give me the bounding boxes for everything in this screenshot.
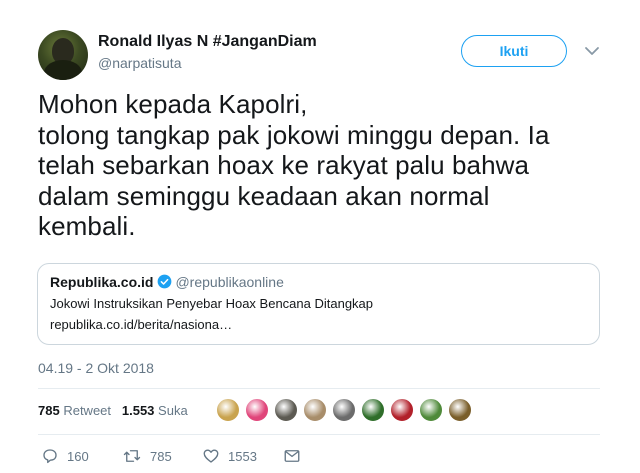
like-total[interactable]: 1.553: [122, 403, 155, 418]
link-card[interactable]: Republika.co.id @republikaonline Jokowi …: [37, 263, 600, 345]
liker-avatar-3[interactable]: [274, 398, 298, 422]
tweet-line: telah sebarkan hoax ke rakyat palu bahwa: [38, 150, 530, 180]
follow-button[interactable]: Ikuti: [461, 35, 567, 67]
liker-avatar-2[interactable]: [245, 398, 269, 422]
divider: [38, 388, 600, 389]
retweet-total-label[interactable]: Retweet: [63, 403, 111, 418]
tweet-line: dalam seminggu keadaan akan normal: [38, 180, 490, 211]
envelope-icon: [284, 450, 300, 462]
tweet-line: Mohon kepada Kapolri,: [38, 89, 308, 119]
like-count: 1553: [228, 449, 257, 464]
tweet-text: Mohon kepada Kapolri, tolong tangkap pak…: [38, 89, 608, 242]
author-avatar[interactable]: [38, 30, 88, 80]
liker-avatar-1[interactable]: [216, 398, 240, 422]
retweet-count: 785: [150, 449, 172, 464]
card-handle: @republikaonline: [175, 274, 284, 290]
card-title: Jokowi Instruksikan Penyebar Hoax Bencan…: [50, 296, 374, 311]
like-total-label[interactable]: Suka: [158, 403, 188, 418]
liker-avatar-8[interactable]: [419, 398, 443, 422]
chevron-down-icon[interactable]: [583, 42, 601, 60]
retweet-total[interactable]: 785: [38, 403, 60, 418]
liker-avatar-6[interactable]: [361, 398, 385, 422]
card-source: Republika.co.id: [50, 274, 154, 290]
verified-icon: [158, 274, 172, 289]
retweet-icon: [123, 450, 141, 462]
reply-count: 160: [67, 449, 89, 464]
liker-avatar-4[interactable]: [303, 398, 327, 422]
tweet-line: kembali.: [38, 211, 136, 241]
retweet-button[interactable]: 785: [122, 447, 172, 465]
card-header: Republika.co.id @republikaonline: [50, 274, 587, 290]
author-handle[interactable]: @narpatisuta: [98, 55, 181, 71]
reply-icon: [43, 449, 57, 464]
liker-avatar-9[interactable]: [448, 398, 472, 422]
tweet-timestamp[interactable]: 04.19 - 2 Okt 2018: [38, 360, 154, 376]
heart-icon: [203, 449, 219, 463]
engagement-stats: 785 Retweet 1.553 Suka: [38, 403, 188, 418]
card-url: republika.co.id/berita/nasiona…: [50, 317, 233, 332]
liker-avatar-7[interactable]: [390, 398, 414, 422]
like-button[interactable]: 1553: [202, 447, 257, 465]
direct-message-button[interactable]: [283, 447, 301, 465]
liker-avatar-5[interactable]: [332, 398, 356, 422]
tweet-line: tolong tangkap pak jokowi minggu depan. …: [38, 119, 550, 150]
author-name[interactable]: Ronald Ilyas N #JanganDiam: [98, 33, 317, 51]
reply-button[interactable]: 160: [41, 447, 89, 465]
divider: [38, 434, 600, 435]
